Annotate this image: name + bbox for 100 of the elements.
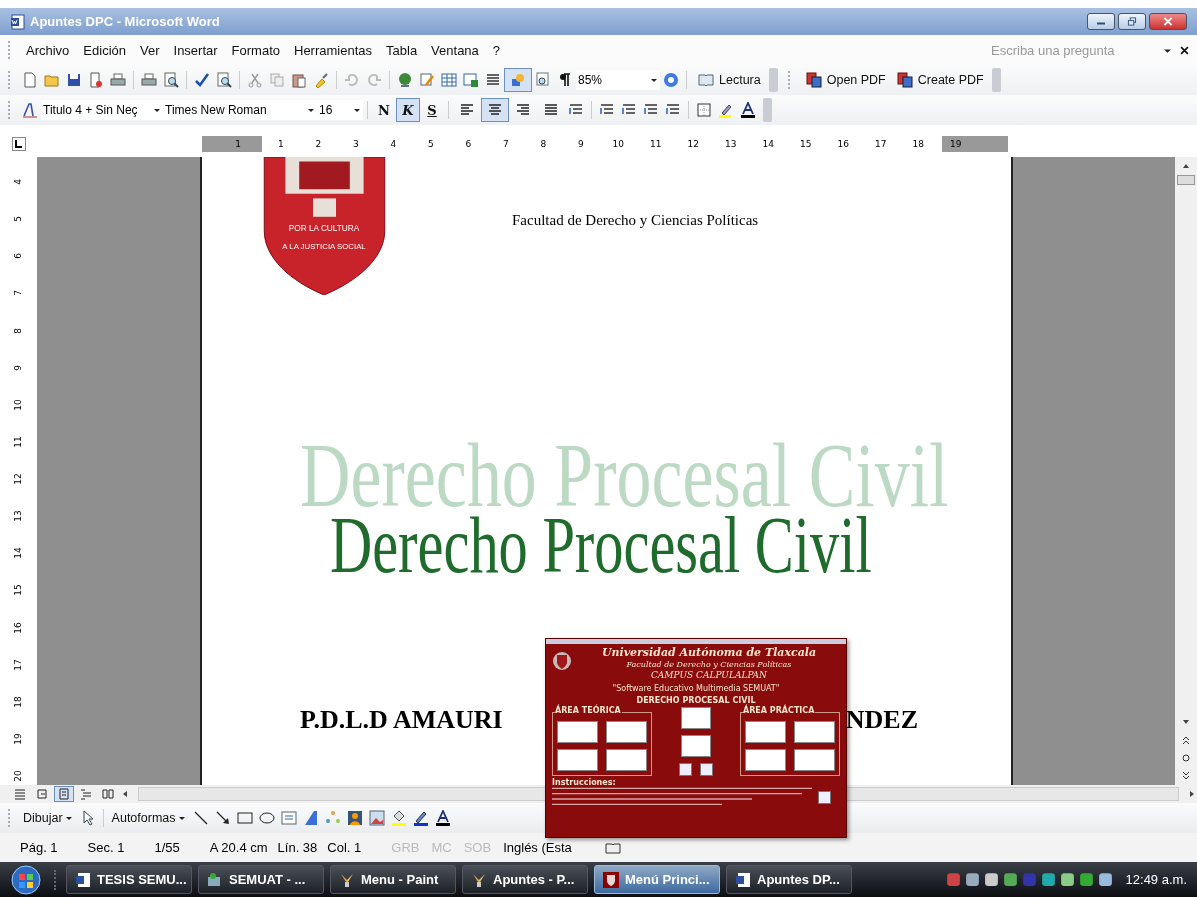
- highlighter-icon[interactable]: [718, 102, 734, 118]
- paste-icon[interactable]: [291, 72, 307, 88]
- font-dropdown[interactable]: Times New Roman: [163, 100, 317, 120]
- taskbar-button[interactable]: TESIS SEMU...: [66, 865, 192, 894]
- topic-button[interactable]: [681, 735, 711, 757]
- menu-item[interactable]: Ventana: [424, 40, 486, 60]
- ruler-number: 1: [234, 139, 242, 149]
- menu-item[interactable]: Insertar: [166, 40, 225, 60]
- restore-button[interactable]: [1118, 13, 1146, 30]
- autoshapes-menu-button[interactable]: Autoformas: [107, 806, 190, 830]
- menu-item[interactable]: Edición: [76, 40, 133, 60]
- minimize-button[interactable]: [1087, 13, 1115, 30]
- crest-icon: [603, 871, 619, 888]
- ruler-number: 20: [13, 770, 23, 782]
- topic-button[interactable]: [794, 749, 835, 771]
- vertical-scrollbar[interactable]: [1175, 157, 1197, 785]
- alignment-icon: [459, 102, 475, 118]
- clip-art-icon[interactable]: [346, 810, 363, 826]
- topic-button[interactable]: [606, 749, 647, 771]
- line-icon[interactable]: [192, 810, 209, 826]
- menu-item[interactable]: Herramientas: [287, 40, 380, 60]
- arrow-icon[interactable]: [214, 810, 231, 826]
- topic-button[interactable]: [794, 721, 835, 743]
- drawing-toggle-button[interactable]: [504, 68, 532, 92]
- research-icon[interactable]: [216, 72, 232, 88]
- menu-item[interactable]: Ver: [133, 40, 167, 60]
- taskbar-button[interactable]: Menú Princi...: [594, 865, 720, 894]
- topic-button[interactable]: [745, 721, 786, 743]
- reading-layout-button[interactable]: Lectura: [691, 68, 765, 92]
- picture-icon[interactable]: [368, 810, 385, 826]
- web-view-icon: [36, 788, 48, 800]
- taskbar-button[interactable]: Apuntes - P...: [462, 865, 588, 894]
- wordart-icon[interactable]: [302, 810, 319, 826]
- audio-button[interactable]: [679, 763, 692, 776]
- topic-button[interactable]: [557, 749, 598, 771]
- ruler-number: 11: [649, 139, 663, 149]
- font-color-icon[interactable]: [740, 102, 756, 118]
- tab-selector-icon[interactable]: [12, 137, 26, 151]
- styles-icon[interactable]: [22, 102, 38, 118]
- format-painter-icon[interactable]: [313, 72, 329, 88]
- border-icon[interactable]: [696, 102, 712, 118]
- font-size-dropdown[interactable]: 16: [317, 100, 363, 120]
- fill-color-icon[interactable]: [390, 810, 407, 826]
- pilcrow-icon[interactable]: [557, 72, 573, 88]
- menu-item[interactable]: Archivo: [19, 40, 77, 60]
- taskbar-button[interactable]: Menu - Paint: [330, 865, 456, 894]
- taskbar-button[interactable]: SEMUAT - ...: [198, 865, 324, 894]
- save-icon[interactable]: [66, 72, 82, 88]
- word-document-icon: [735, 871, 751, 888]
- help-icon[interactable]: [663, 72, 679, 88]
- zoom-dropdown[interactable]: 85%: [576, 70, 660, 90]
- help-search-field[interactable]: Escriba una pregunta: [989, 41, 1143, 59]
- open-pdf-button[interactable]: Open PDF: [798, 68, 890, 92]
- audio-button[interactable]: [700, 763, 713, 776]
- insert-table-icon[interactable]: [441, 72, 457, 88]
- draw-menu-button[interactable]: Dibujar: [19, 806, 77, 830]
- previous-page-icon[interactable]: [1181, 735, 1191, 745]
- taskbar-button[interactable]: Apuntes DP...: [726, 865, 852, 894]
- scrollbar-thumb[interactable]: [1177, 175, 1195, 185]
- close-icon[interactable]: [1180, 45, 1189, 55]
- alignment-icon: [487, 102, 503, 118]
- ellipse-icon[interactable]: [258, 810, 275, 826]
- bold-button[interactable]: N: [372, 98, 396, 122]
- columns-icon[interactable]: [485, 72, 501, 88]
- print-icon[interactable]: [141, 72, 157, 88]
- next-page-icon[interactable]: [1181, 771, 1191, 781]
- ruler-number: 4: [389, 139, 398, 149]
- topic-button[interactable]: [681, 707, 711, 729]
- print-view-button[interactable]: [54, 786, 74, 802]
- tables-borders-icon[interactable]: [419, 72, 435, 88]
- browse-object-icon[interactable]: [1181, 753, 1191, 763]
- cut-icon[interactable]: [247, 72, 263, 88]
- close-button[interactable]: [1149, 13, 1187, 30]
- rectangle-icon[interactable]: [236, 810, 253, 826]
- italic-button[interactable]: K: [396, 98, 420, 122]
- new-document-icon[interactable]: [22, 72, 38, 88]
- permission-icon[interactable]: [88, 72, 104, 88]
- hyperlink-icon[interactable]: [397, 72, 413, 88]
- ruler-number: 6: [464, 139, 473, 149]
- document-map-icon[interactable]: [535, 72, 551, 88]
- topic-button[interactable]: [557, 721, 598, 743]
- style-dropdown[interactable]: Titulo 4 + Sin Neç: [41, 100, 163, 120]
- menu-item[interactable]: ?: [485, 40, 508, 60]
- exit-button[interactable]: [818, 790, 831, 804]
- align-center-button[interactable]: [481, 98, 509, 122]
- font-color-icon[interactable]: [434, 810, 451, 826]
- create-pdf-button[interactable]: Create PDF: [889, 68, 988, 92]
- print-preview-icon[interactable]: [163, 72, 179, 88]
- university-name: Universidad Autónoma de Tlaxcala: [601, 646, 817, 660]
- menu-item[interactable]: Tabla: [379, 40, 425, 60]
- line-color-icon[interactable]: [412, 810, 429, 826]
- window-title: Apuntes DPC - Microsoft Word: [30, 14, 220, 29]
- shapes-icon: [510, 72, 526, 88]
- spelling-icon[interactable]: [194, 72, 210, 88]
- ruler-number: 7: [501, 139, 510, 149]
- spreadsheet-icon[interactable]: [463, 72, 479, 88]
- underline-button[interactable]: S: [420, 98, 444, 122]
- topic-button[interactable]: [606, 721, 647, 743]
- topic-button[interactable]: [745, 749, 786, 771]
- menu-item[interactable]: Formato: [224, 40, 287, 60]
